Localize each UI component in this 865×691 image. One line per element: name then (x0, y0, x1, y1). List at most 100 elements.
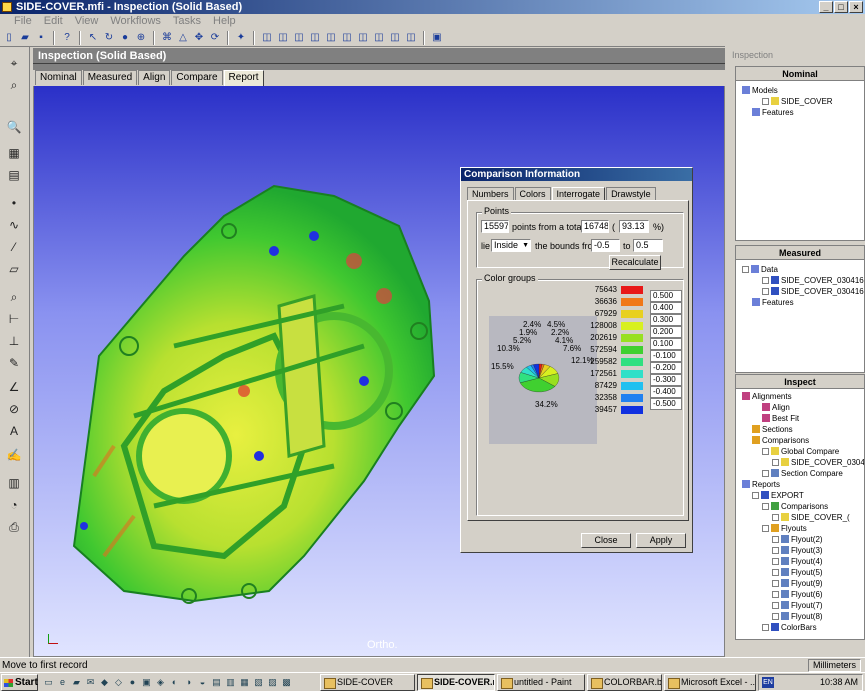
upper-bound-field[interactable]: 0.5 (633, 239, 663, 252)
ruler-icon[interactable]: ⊥ (3, 331, 25, 351)
curve-icon[interactable]: ∿ (3, 215, 25, 235)
checkbox[interactable] (772, 459, 779, 466)
display-icon[interactable]: ▣ (430, 31, 444, 45)
app-1-icon[interactable]: ◆ (98, 676, 111, 689)
tree-item-scan-1[interactable]: SIDE_COVER_030416 (736, 275, 864, 286)
checkbox[interactable] (762, 277, 769, 284)
wand-icon[interactable]: ✦ (234, 31, 248, 45)
tree-item[interactable]: Flyout(4) (736, 556, 864, 567)
minimize-button[interactable]: _ (819, 1, 833, 13)
points-percent-field[interactable]: 93.13 (619, 220, 649, 233)
dialog-tab-interrogate[interactable]: Interrogate (551, 187, 606, 201)
shading-icon[interactable]: ● (118, 31, 132, 45)
cube-view-3-icon[interactable]: ◫ (292, 31, 306, 45)
checkbox[interactable] (762, 503, 769, 510)
tab-compare[interactable]: Compare (171, 70, 223, 85)
tree-item[interactable]: Flyout(5) (736, 567, 864, 578)
tree-item[interactable]: SIDE_COVER_0304 (736, 457, 864, 468)
magnify-icon[interactable]: ⌕ (3, 287, 25, 307)
checkbox[interactable] (752, 492, 759, 499)
tree-item[interactable]: Alignments (736, 391, 864, 402)
app-2-icon[interactable]: ◇ (112, 676, 125, 689)
text-label-icon[interactable]: A (3, 421, 25, 441)
cube-view-5-icon[interactable]: ◫ (324, 31, 338, 45)
lie-select[interactable]: Inside ▼ (491, 239, 531, 252)
checkbox[interactable] (762, 624, 769, 631)
tree-item[interactable]: Flyout(6) (736, 589, 864, 600)
checkbox[interactable] (772, 514, 779, 521)
color-swatch[interactable] (621, 370, 643, 378)
tree-item[interactable]: EXPORT (736, 490, 864, 501)
app-5-icon[interactable]: ◈ (154, 676, 167, 689)
app-13-icon[interactable]: ▨ (266, 676, 279, 689)
tree-item-side-cover[interactable]: SIDE_COVER (736, 96, 864, 107)
open-folder-icon[interactable]: ▰ (18, 31, 32, 45)
tree-item[interactable]: ColorBars (736, 622, 864, 633)
zoom-icon[interactable]: ⊕ (134, 31, 148, 45)
app-14-icon[interactable]: ▩ (280, 676, 293, 689)
tree-item-data[interactable]: Data (736, 264, 864, 275)
color-swatch[interactable] (621, 394, 643, 402)
app-10-icon[interactable]: ▥ (224, 676, 237, 689)
tree-item[interactable]: Sections (736, 424, 864, 435)
color-swatch[interactable] (621, 346, 643, 354)
maximize-button[interactable]: □ (834, 1, 848, 13)
task-paint[interactable]: untitled - Paint (497, 674, 585, 691)
folder-icon[interactable]: ▰ (70, 676, 83, 689)
checkbox[interactable] (772, 580, 779, 587)
cube-view-1-icon[interactable]: ◫ (260, 31, 274, 45)
desktop-icon[interactable]: ▭ (42, 676, 55, 689)
annotation-icon[interactable]: ✍ (3, 445, 25, 465)
fit-view-icon[interactable]: ⌘ (160, 31, 174, 45)
close-button[interactable]: Close (581, 533, 631, 548)
language-indicator[interactable]: EN (762, 677, 774, 688)
color-swatch[interactable] (621, 406, 643, 414)
color-swatch[interactable] (621, 334, 643, 342)
cube-view-2-icon[interactable]: ◫ (276, 31, 290, 45)
dialog-tab-drawstyle[interactable]: Drawstyle (606, 187, 656, 200)
export-icon[interactable]: ⎙ (3, 517, 25, 537)
menu-edit[interactable]: Edit (38, 14, 69, 29)
tree-item[interactable]: Reports (736, 479, 864, 490)
cube-view-8-icon[interactable]: ◫ (372, 31, 386, 45)
cube-view-7-icon[interactable]: ◫ (356, 31, 370, 45)
task-colorbar[interactable]: COLORBAR.bmp ... (587, 674, 662, 691)
edit-icon[interactable]: ✎ (3, 353, 25, 373)
cube-view-4-icon[interactable]: ◫ (308, 31, 322, 45)
cube-view-9-icon[interactable]: ◫ (388, 31, 402, 45)
menu-tasks[interactable]: Tasks (167, 14, 207, 29)
save-icon[interactable]: ▪ (34, 31, 48, 45)
checkbox[interactable] (772, 558, 779, 565)
checkbox[interactable] (762, 470, 769, 477)
tree-item[interactable]: Global Compare (736, 446, 864, 457)
tree-item-models[interactable]: Models (736, 85, 864, 96)
task-excel[interactable]: Microsoft Excel - ... (664, 674, 756, 691)
app-4-icon[interactable]: ▣ (140, 676, 153, 689)
color-swatch[interactable] (621, 286, 643, 294)
tree-item[interactable]: Flyout(7) (736, 600, 864, 611)
chart-icon[interactable]: ◔ (3, 495, 25, 515)
tree-item[interactable]: Comparisons (736, 435, 864, 446)
tab-nominal[interactable]: Nominal (35, 70, 82, 85)
tab-report[interactable]: Report (223, 70, 264, 86)
tree-item[interactable]: Flyout(3) (736, 545, 864, 556)
triangle-icon[interactable]: △ (176, 31, 190, 45)
app-3-icon[interactable]: ● (126, 676, 139, 689)
app-11-icon[interactable]: ▦ (238, 676, 251, 689)
apply-button[interactable]: Apply (636, 533, 686, 548)
checkbox[interactable] (772, 591, 779, 598)
app-6-icon[interactable]: ◐ (168, 676, 181, 689)
probe-icon[interactable]: ⌕ (3, 75, 25, 95)
color-swatch[interactable] (621, 358, 643, 366)
color-swatch[interactable] (621, 382, 643, 390)
task-side-cover-mfi[interactable]: SIDE-COVER.mf... (417, 674, 495, 691)
mail-icon[interactable]: ✉ (84, 676, 97, 689)
line-icon[interactable]: ⁄ (3, 237, 25, 257)
tree-item-measured-features[interactable]: Features (736, 297, 864, 308)
tree-item[interactable]: Comparisons (736, 501, 864, 512)
table-icon[interactable]: ▤ (3, 165, 25, 185)
checkbox[interactable] (762, 288, 769, 295)
points-count-field[interactable]: 155971 (481, 220, 509, 233)
tree-item[interactable]: Flyout(9) (736, 578, 864, 589)
cube-view-6-icon[interactable]: ◫ (340, 31, 354, 45)
